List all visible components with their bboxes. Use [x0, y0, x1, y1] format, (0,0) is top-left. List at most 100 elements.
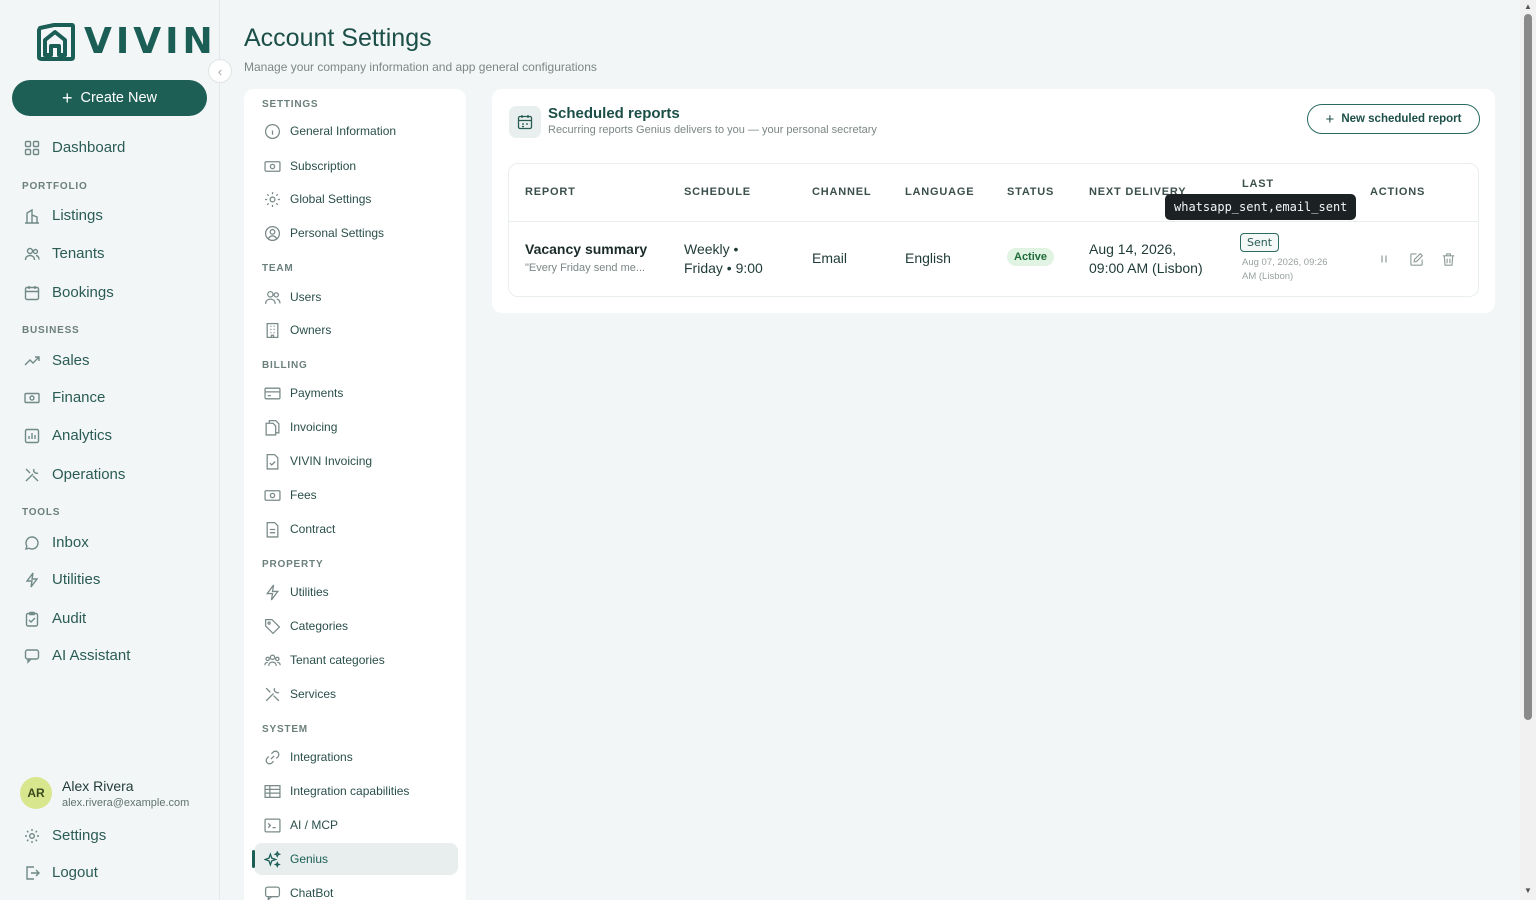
last-status-tooltip: whatsapp_sent,email_sent — [1165, 194, 1357, 220]
nav-label: Logout — [52, 864, 98, 881]
settings-item-label: Invoicing — [290, 420, 338, 434]
settings-item-contract[interactable]: Contract — [254, 513, 458, 545]
logout-icon — [24, 865, 40, 881]
collapse-sidebar-button[interactable]: ‹ — [208, 59, 232, 83]
vivin-logo[interactable]: VIVIN — [36, 22, 217, 62]
settings-section-label: SETTINGS — [262, 99, 319, 110]
settings-item-global-settings[interactable]: Global Settings — [254, 183, 458, 215]
building-icon — [24, 208, 40, 224]
user-circle-icon — [263, 224, 281, 242]
users-icon — [24, 246, 40, 262]
nav-label: Finance — [52, 389, 106, 406]
group-icon — [263, 651, 281, 669]
settings-item-subscription[interactable]: Subscription — [254, 150, 458, 182]
scroll-thumb[interactable] — [1524, 14, 1532, 720]
nav-finance[interactable]: Finance — [24, 389, 105, 406]
settings-item-personal-settings[interactable]: Personal Settings — [254, 217, 458, 249]
edit-icon[interactable] — [1407, 250, 1425, 268]
nav-tenants[interactable]: Tenants — [24, 245, 105, 262]
money-icon — [263, 486, 281, 504]
file-check-icon — [263, 452, 281, 470]
card-subtitle: Recurring reports Genius delivers to you… — [548, 124, 877, 136]
column-header: ACTIONS — [1370, 186, 1426, 198]
settings-item-tenant-categories[interactable]: Tenant categories — [254, 644, 458, 676]
calendar-report-icon — [509, 106, 541, 138]
nav-settings[interactable]: Settings — [24, 827, 106, 844]
settings-item-utilities[interactable]: Utilities — [254, 576, 458, 608]
billing-section-label: BILLING — [262, 360, 308, 371]
next-delivery-text: 09:00 AM (Lisbon) — [1089, 260, 1203, 276]
nav-audit[interactable]: Audit — [24, 610, 86, 627]
nav-label: Inbox — [52, 534, 89, 551]
settings-item-services[interactable]: Services — [254, 678, 458, 710]
settings-item-vivin-invoicing[interactable]: VIVIN Invoicing — [254, 445, 458, 477]
last-sent-time: Aug 07, 2026, 09:26 AM (Lisbon) — [1242, 257, 1328, 282]
file-icon — [263, 520, 281, 538]
column-header: CHANNEL — [812, 186, 872, 198]
user-email: alex.rivera@example.com — [62, 796, 190, 809]
settings-item-owners[interactable]: Owners — [254, 314, 458, 346]
nav-section-business: BUSINESS — [22, 325, 80, 336]
report-cell: Vacancy summary "Every Friday send me... — [525, 241, 665, 274]
gear-icon — [24, 828, 40, 844]
settings-item-categories[interactable]: Categories — [254, 610, 458, 642]
settings-item-label: Genius — [290, 852, 329, 866]
settings-item-integration-capabilities[interactable]: Integration capabilities — [254, 775, 458, 807]
settings-item-label: Integration capabilities — [290, 784, 410, 798]
new-button-label: New scheduled report — [1341, 113, 1462, 125]
nav-logout[interactable]: Logout — [24, 864, 98, 881]
settings-item-chatbot[interactable]: ChatBot — [254, 877, 458, 900]
nav-sales[interactable]: Sales — [24, 352, 90, 369]
nav-listings[interactable]: Listings — [24, 207, 103, 224]
grid-icon — [24, 140, 40, 156]
settings-item-payments[interactable]: Payments — [254, 377, 458, 409]
tools-icon — [263, 685, 281, 703]
nav-label: AI Assistant — [52, 647, 131, 664]
new-scheduled-report-button[interactable]: + New scheduled report — [1307, 104, 1480, 134]
schedule-cell: Weekly • Friday • 9:00 — [684, 240, 763, 278]
page-scrollbar[interactable]: ▲ ▼ — [1520, 0, 1536, 900]
settings-item-label: General Information — [290, 124, 397, 138]
status-badge: Active — [1007, 248, 1055, 266]
property-section-label: PROPERTY — [262, 559, 324, 570]
nav-inbox[interactable]: Inbox — [24, 534, 89, 551]
calendar-icon — [24, 285, 40, 301]
sparkle-icon — [263, 850, 281, 868]
nav-dashboard[interactable]: Dashboard — [24, 139, 125, 156]
page-title: Account Settings — [244, 24, 432, 52]
report-name: Vacancy summary — [525, 241, 648, 257]
nav-operations[interactable]: Operations — [24, 466, 125, 483]
nav-utilities[interactable]: Utilities — [24, 571, 100, 588]
settings-item-general-information[interactable]: General Information — [254, 115, 458, 147]
bolt-icon — [24, 572, 40, 588]
settings-item-invoicing[interactable]: Invoicing — [254, 411, 458, 443]
bolt-icon — [263, 583, 281, 601]
main-sidebar: VIVIN ‹ + Create New Dashboard PORTFOLIO… — [0, 0, 232, 900]
schedule-text: Weekly • — [684, 241, 739, 257]
nav-analytics[interactable]: Analytics — [24, 427, 112, 444]
settings-item-label: Tenant categories — [290, 653, 385, 667]
user-profile[interactable]: AR Alex Rivera alex.rivera@example.com — [20, 777, 194, 809]
settings-item-fees[interactable]: Fees — [254, 479, 458, 511]
settings-item-ai-mcp[interactable]: AI / MCP — [254, 809, 458, 841]
nav-label: Utilities — [52, 571, 101, 588]
nav-bookings[interactable]: Bookings — [24, 284, 114, 301]
active-indicator — [252, 850, 255, 868]
building-icon — [263, 321, 281, 339]
settings-item-label: Personal Settings — [290, 226, 385, 240]
column-header: STATUS — [1007, 186, 1055, 198]
settings-item-label: Global Settings — [290, 192, 372, 206]
settings-item-label: Owners — [290, 323, 332, 337]
last-sent-badge[interactable]: Sent — [1240, 233, 1280, 252]
trash-icon[interactable] — [1439, 250, 1457, 268]
nav-ai-assistant[interactable]: AI Assistant — [24, 647, 130, 664]
scroll-down-icon[interactable]: ▼ — [1524, 886, 1532, 895]
channel-cell: Email — [812, 250, 848, 266]
scroll-up-icon[interactable]: ▲ — [1524, 2, 1532, 11]
settings-item-users[interactable]: Users — [254, 281, 458, 313]
pause-icon[interactable] — [1375, 250, 1393, 268]
report-description: "Every Friday send me... — [525, 262, 646, 274]
create-new-button[interactable]: + Create New — [12, 80, 207, 116]
settings-item-genius[interactable]: Genius — [252, 843, 458, 875]
settings-item-integrations[interactable]: Integrations — [254, 741, 458, 773]
